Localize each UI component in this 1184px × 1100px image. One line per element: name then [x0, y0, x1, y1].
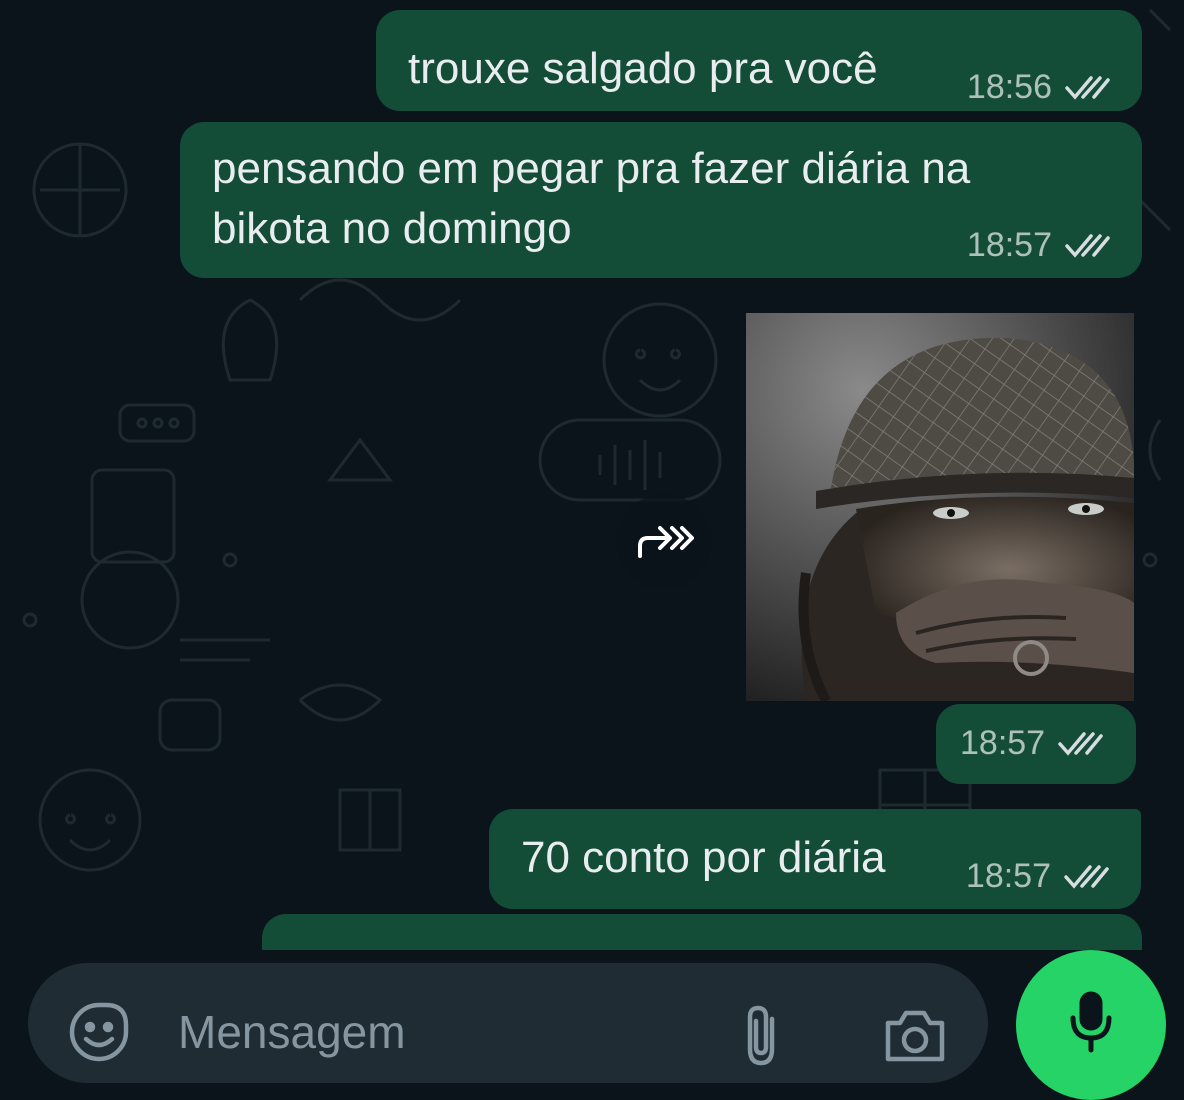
message-text: 70 conto por diária: [521, 833, 886, 882]
soldier-photo: [746, 313, 1134, 701]
forward-icon: [634, 518, 694, 567]
outgoing-message[interactable]: pensando em pegar pra fazer diária na bi…: [180, 122, 1142, 278]
attach-clip-icon[interactable]: [736, 1003, 786, 1074]
message-time: 18:57: [965, 857, 1051, 895]
voice-record-button[interactable]: [1016, 950, 1166, 1100]
message-time: 18:57: [960, 724, 1046, 762]
message-input[interactable]: Mensagem: [178, 1005, 406, 1059]
image-caption-meta: 18:57: [936, 704, 1136, 784]
message-time: 18:57: [966, 226, 1052, 264]
message-composer[interactable]: Mensagem: [28, 963, 988, 1083]
forward-button[interactable]: [616, 494, 712, 590]
message-meta: 18:56: [967, 68, 1110, 107]
outgoing-message-partial[interactable]: [262, 914, 1142, 950]
double-check-read-icon: [1063, 863, 1109, 891]
message-meta: 18:57: [966, 857, 1109, 896]
double-check-read-icon: [1064, 232, 1110, 260]
mic-icon: [1067, 950, 1115, 1059]
message-text: trouxe salgado pra você: [408, 44, 878, 93]
message-meta: 18:57: [967, 226, 1110, 265]
image-message[interactable]: [746, 313, 1134, 701]
message-meta: 18:57: [960, 724, 1103, 763]
outgoing-message[interactable]: 70 conto por diária 18:57: [489, 809, 1141, 909]
outgoing-message[interactable]: trouxe salgado pra você 18:56: [376, 10, 1142, 111]
message-list[interactable]: trouxe salgado pra você 18:56 pensando e…: [0, 0, 1184, 950]
double-check-read-icon: [1057, 730, 1103, 758]
camera-icon[interactable]: [882, 1005, 948, 1070]
message-text: pensando em pegar pra fazer diária na bi…: [212, 144, 971, 253]
emoji-sticker-icon[interactable]: [68, 1001, 130, 1068]
message-time: 18:56: [966, 68, 1052, 106]
double-check-read-icon: [1064, 74, 1110, 102]
